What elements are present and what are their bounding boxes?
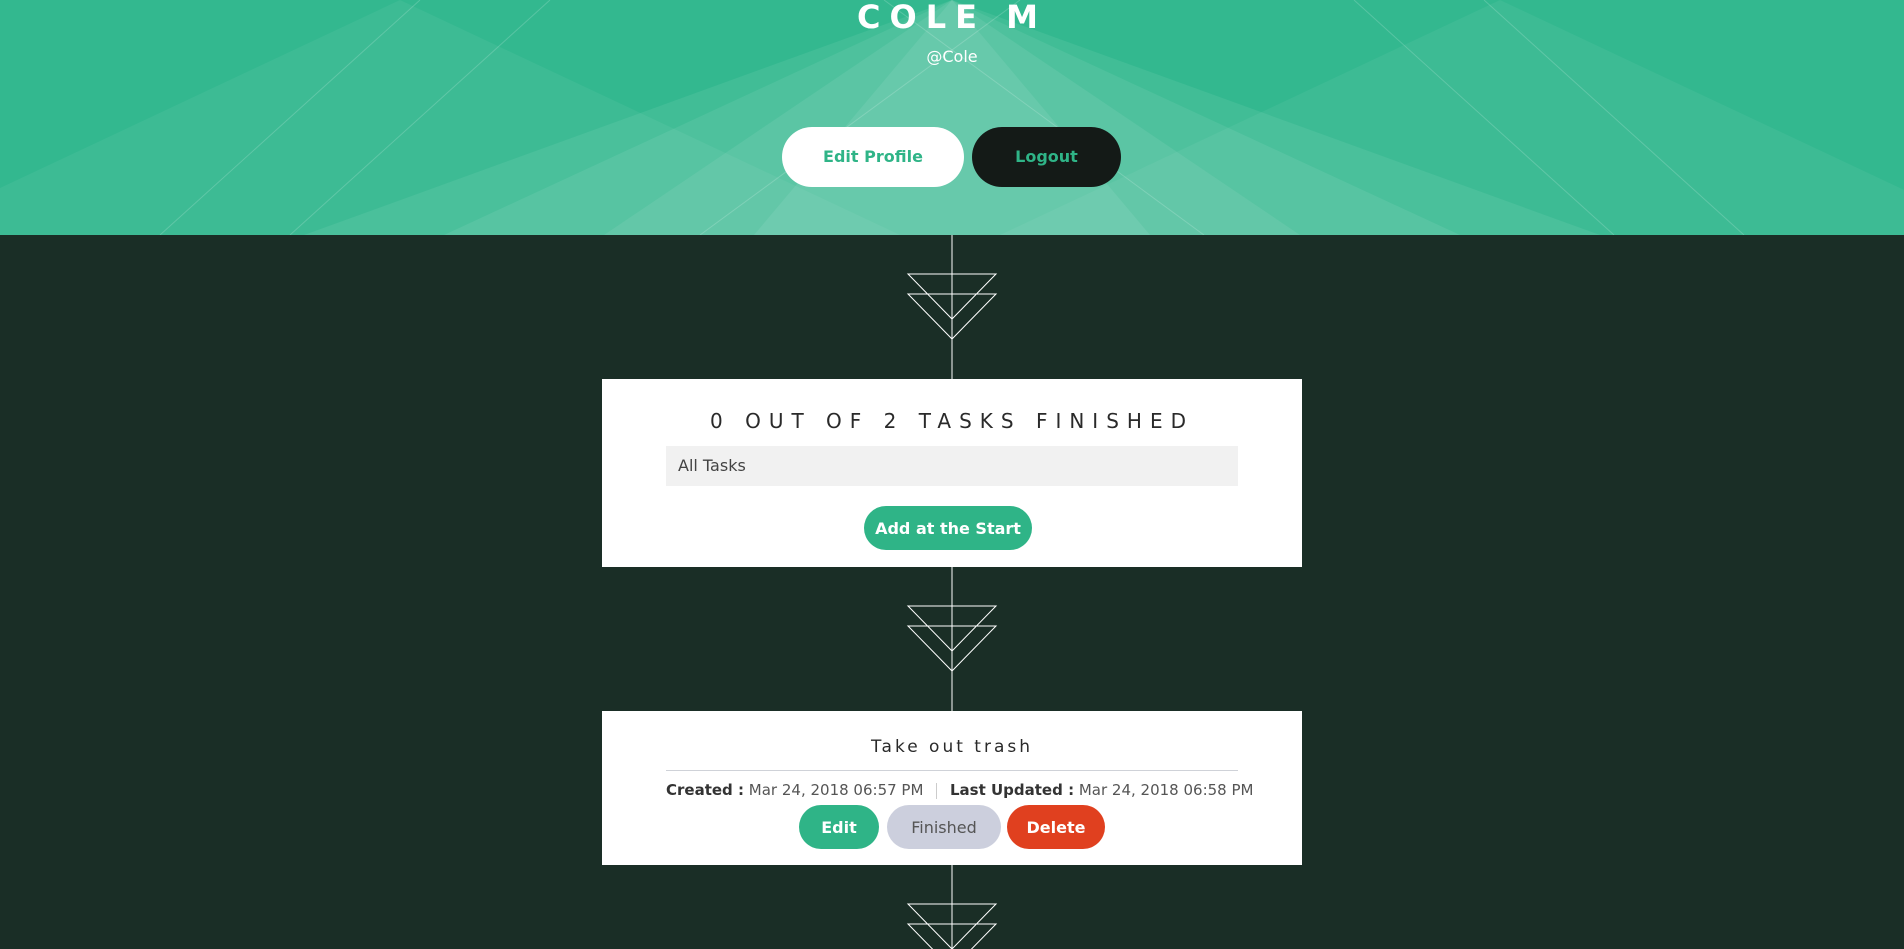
updated-value: Mar 24, 2018 06:58 PM xyxy=(1078,781,1254,799)
edit-task-button[interactable]: Edit xyxy=(799,805,879,849)
meta-separator xyxy=(936,782,938,799)
updated-label: Last Updated : xyxy=(949,781,1075,799)
tasks-finished-count: 0 OUT OF 2 TASKS FINISHED xyxy=(710,409,1194,433)
task-divider xyxy=(666,770,1238,771)
task-card: Take out trash Created : Mar 24, 2018 06… xyxy=(602,711,1302,865)
task-summary-card: 0 OUT OF 2 TASKS FINISHED All Tasks Add … xyxy=(602,379,1302,567)
add-at-start-button[interactable]: Add at the Start xyxy=(864,506,1032,550)
created-value: Mar 24, 2018 06:57 PM xyxy=(748,781,924,799)
delete-task-button[interactable]: Delete xyxy=(1007,805,1105,849)
task-filter-select[interactable]: All Tasks xyxy=(666,446,1238,486)
finished-task-button[interactable]: Finished xyxy=(887,805,1001,849)
task-meta: Created : Mar 24, 2018 06:57 PM Last Upd… xyxy=(666,781,1266,799)
created-label: Created : xyxy=(666,781,745,799)
task-title: Take out trash xyxy=(870,737,1034,757)
